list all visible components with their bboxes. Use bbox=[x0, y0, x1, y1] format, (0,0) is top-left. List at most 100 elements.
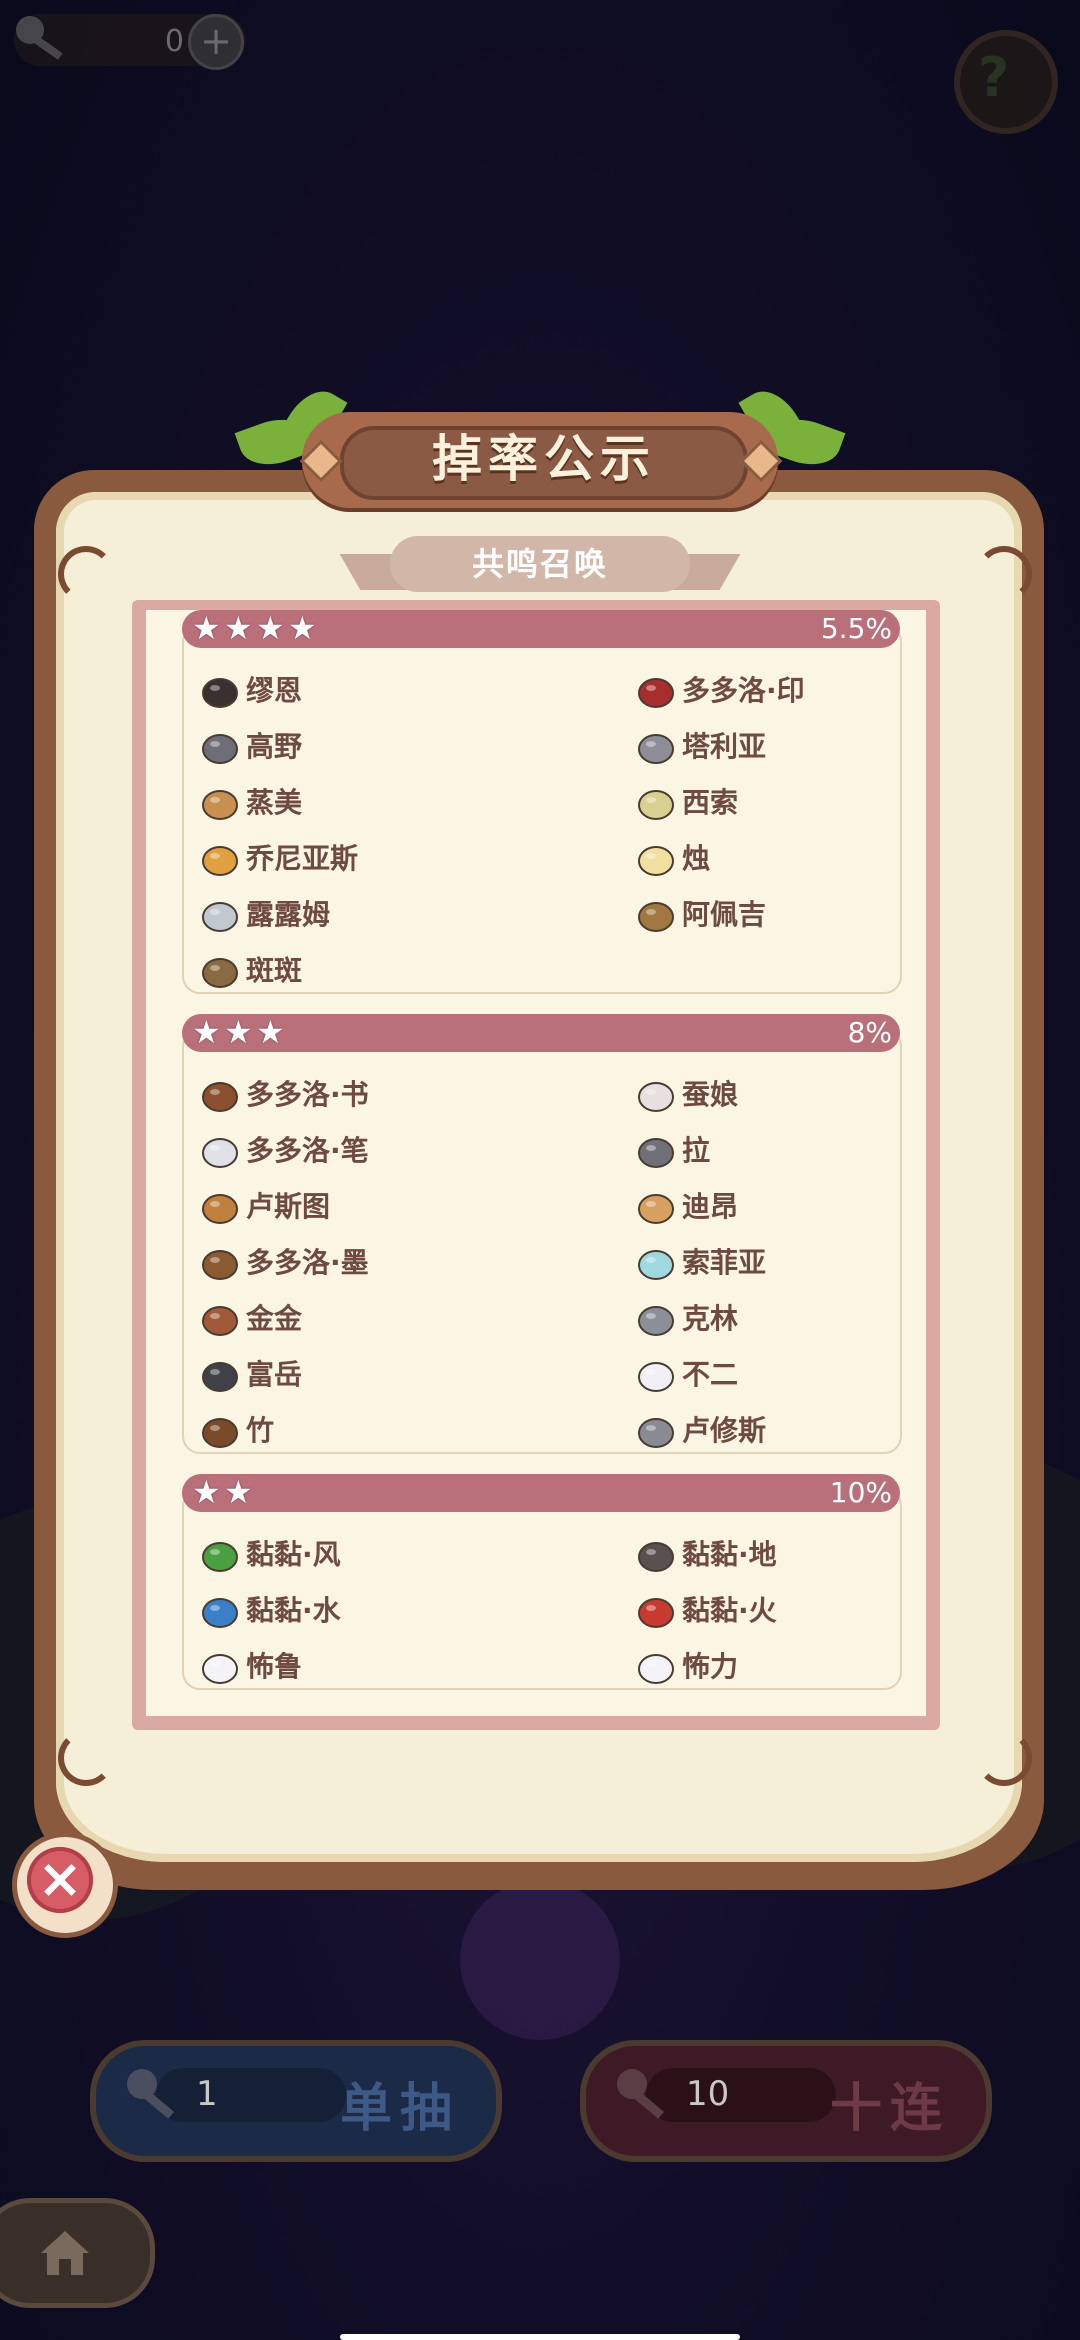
add-currency-button[interactable]: + bbox=[188, 14, 244, 70]
character-entry: 黏黏·火 bbox=[632, 1584, 777, 1634]
star-icon: ★ bbox=[192, 610, 221, 647]
character-name: 黏黏·地 bbox=[682, 1538, 777, 1571]
rarity-header: ★ ★ ★ 8% bbox=[182, 1014, 900, 1052]
panel-subtitle: 共鸣召唤 bbox=[471, 545, 608, 583]
character-entry: 斑斑 bbox=[196, 944, 302, 994]
character-name: 黏黏·火 bbox=[682, 1594, 777, 1627]
ten-draw-cost: 10 bbox=[686, 2074, 730, 2114]
home-button[interactable] bbox=[0, 2198, 155, 2308]
home-icon bbox=[41, 2231, 89, 2275]
character-entry: 迪昂 bbox=[632, 1180, 738, 1230]
steamer-basket-icon bbox=[196, 777, 244, 825]
knife-icon bbox=[632, 721, 680, 769]
character-name: 怖鲁 bbox=[246, 1650, 303, 1683]
drop-rate: 10% bbox=[829, 1476, 892, 1509]
single-draw-button[interactable]: 1 单抽 bbox=[90, 2040, 502, 2162]
key-currency-counter: 0 + bbox=[14, 14, 246, 70]
character-name: 怖力 bbox=[682, 1650, 739, 1683]
character-entry: 蒸美 bbox=[196, 776, 302, 826]
green-slime-icon bbox=[196, 1529, 244, 1577]
test-tube-icon bbox=[196, 889, 244, 937]
character-name: 黏黏·风 bbox=[246, 1538, 341, 1571]
snowball-icon bbox=[632, 1349, 680, 1397]
rarity-section: ★ ★ ★ ★ 5.5% 缪恩 多多洛·印 高野 塔利亚 蒸美 西索 乔尼亚斯烛露露姆 阿佩吉 斑斑 bbox=[182, 610, 902, 994]
character-entry: 卢斯图 bbox=[196, 1180, 330, 1230]
film-canister-icon bbox=[632, 1125, 680, 1173]
character-entry: 露露姆 bbox=[196, 888, 330, 938]
corner-ornament bbox=[58, 546, 114, 602]
character-name: 缪恩 bbox=[246, 674, 303, 707]
character-name: 西索 bbox=[682, 786, 739, 819]
corner-ornament bbox=[58, 1730, 114, 1786]
character-name: 迪昂 bbox=[682, 1190, 739, 1223]
character-name: 克林 bbox=[682, 1302, 739, 1335]
star-icon: ★ bbox=[192, 1013, 221, 1051]
character-entry: 多多洛·书 bbox=[196, 1068, 369, 1118]
cookie-icon bbox=[632, 1181, 680, 1229]
glasses-icon bbox=[632, 889, 680, 937]
character-name: 卢斯图 bbox=[246, 1190, 331, 1223]
key-icon bbox=[16, 16, 63, 60]
character-name: 卢修斯 bbox=[682, 1414, 767, 1447]
close-button[interactable]: × bbox=[12, 1832, 118, 1938]
seal-stamp-icon bbox=[632, 665, 680, 713]
rarity-header: ★ ★ ★ ★ 5.5% bbox=[182, 610, 900, 648]
character-name: 金金 bbox=[246, 1302, 303, 1335]
ten-draw-button[interactable]: 10 十连 bbox=[580, 2040, 992, 2162]
character-name: 露露姆 bbox=[246, 898, 331, 931]
fork-icon bbox=[632, 1405, 680, 1453]
character-name: 多多洛·印 bbox=[682, 674, 805, 707]
single-draw-label: 单抽 bbox=[339, 2079, 460, 2139]
star-rating: ★ ★ ★ ★ bbox=[192, 612, 318, 646]
character-entry: 烛 bbox=[632, 832, 710, 882]
character-entry: 蚕娘 bbox=[632, 1068, 738, 1118]
teacup-icon bbox=[632, 1237, 680, 1285]
character-name: 多多洛·书 bbox=[246, 1078, 369, 1111]
feather-quill-icon bbox=[196, 1125, 244, 1173]
character-name: 塔利亚 bbox=[682, 730, 767, 763]
character-entry: 多多洛·印 bbox=[632, 664, 805, 714]
bamboo-stick-icon bbox=[196, 1405, 244, 1453]
panel-title: 掉率公示 bbox=[432, 430, 656, 488]
scroll-icon bbox=[196, 1181, 244, 1229]
wood-log-icon bbox=[196, 945, 244, 993]
character-entry: 乔尼亚斯 bbox=[196, 832, 358, 882]
character-name: 蚕娘 bbox=[682, 1078, 739, 1111]
ten-draw-label: 十连 bbox=[829, 2079, 950, 2139]
star-icon: ★ bbox=[288, 610, 317, 647]
character-entry: 缪恩 bbox=[196, 664, 302, 714]
rarity-header: ★ ★ 10% bbox=[182, 1474, 900, 1512]
character-name: 黏黏·水 bbox=[246, 1594, 341, 1627]
rate-list[interactable]: ★ ★ ★ ★ 5.5% 缪恩 多多洛·印 高野 塔利亚 蒸美 西索 乔尼亚斯烛露露姆 阿佩吉 斑斑 ★ ★ ★… bbox=[146, 610, 926, 1716]
character-name: 索菲亚 bbox=[682, 1246, 767, 1279]
drop-rate: 5.5% bbox=[820, 612, 892, 645]
character-name: 拉 bbox=[682, 1134, 711, 1167]
single-draw-cost: 1 bbox=[196, 2074, 218, 2114]
system-home-indicator[interactable] bbox=[340, 2334, 740, 2340]
book-icon bbox=[196, 1069, 244, 1117]
star-icon: ★ bbox=[256, 1013, 285, 1051]
fruit-pile-icon bbox=[196, 833, 244, 881]
character-entry: 西索 bbox=[632, 776, 738, 826]
tape-roll-icon bbox=[632, 777, 680, 825]
chess-king-icon bbox=[196, 665, 244, 713]
character-name: 乔尼亚斯 bbox=[246, 842, 359, 875]
close-icon: × bbox=[27, 1847, 93, 1913]
help-button[interactable]: ? bbox=[954, 30, 1058, 134]
character-entry: 黏黏·风 bbox=[196, 1528, 341, 1578]
bomb-icon bbox=[196, 1349, 244, 1397]
character-entry: 不二 bbox=[632, 1348, 738, 1398]
key-icon bbox=[127, 2069, 175, 2119]
character-name: 蒸美 bbox=[246, 786, 303, 819]
character-name: 竹 bbox=[246, 1414, 275, 1447]
star-rating: ★ ★ bbox=[192, 1476, 254, 1510]
ink-pot-icon bbox=[196, 1237, 244, 1285]
star-icon: ★ bbox=[224, 1473, 253, 1511]
star-icon: ★ bbox=[224, 1013, 253, 1051]
rarity-section: ★ ★ ★ 8% 多多洛·书 蚕娘 多多洛·笔拉卢斯图 迪昂 多多洛·墨 索菲亚 金金 克林 富岳 不二竹… bbox=[182, 1014, 902, 1454]
gray-slime-icon bbox=[632, 1529, 680, 1577]
character-entry: 金金 bbox=[196, 1292, 302, 1342]
character-name: 烛 bbox=[682, 842, 711, 875]
corner-ornament bbox=[976, 546, 1032, 602]
character-entry: 克林 bbox=[632, 1292, 738, 1342]
